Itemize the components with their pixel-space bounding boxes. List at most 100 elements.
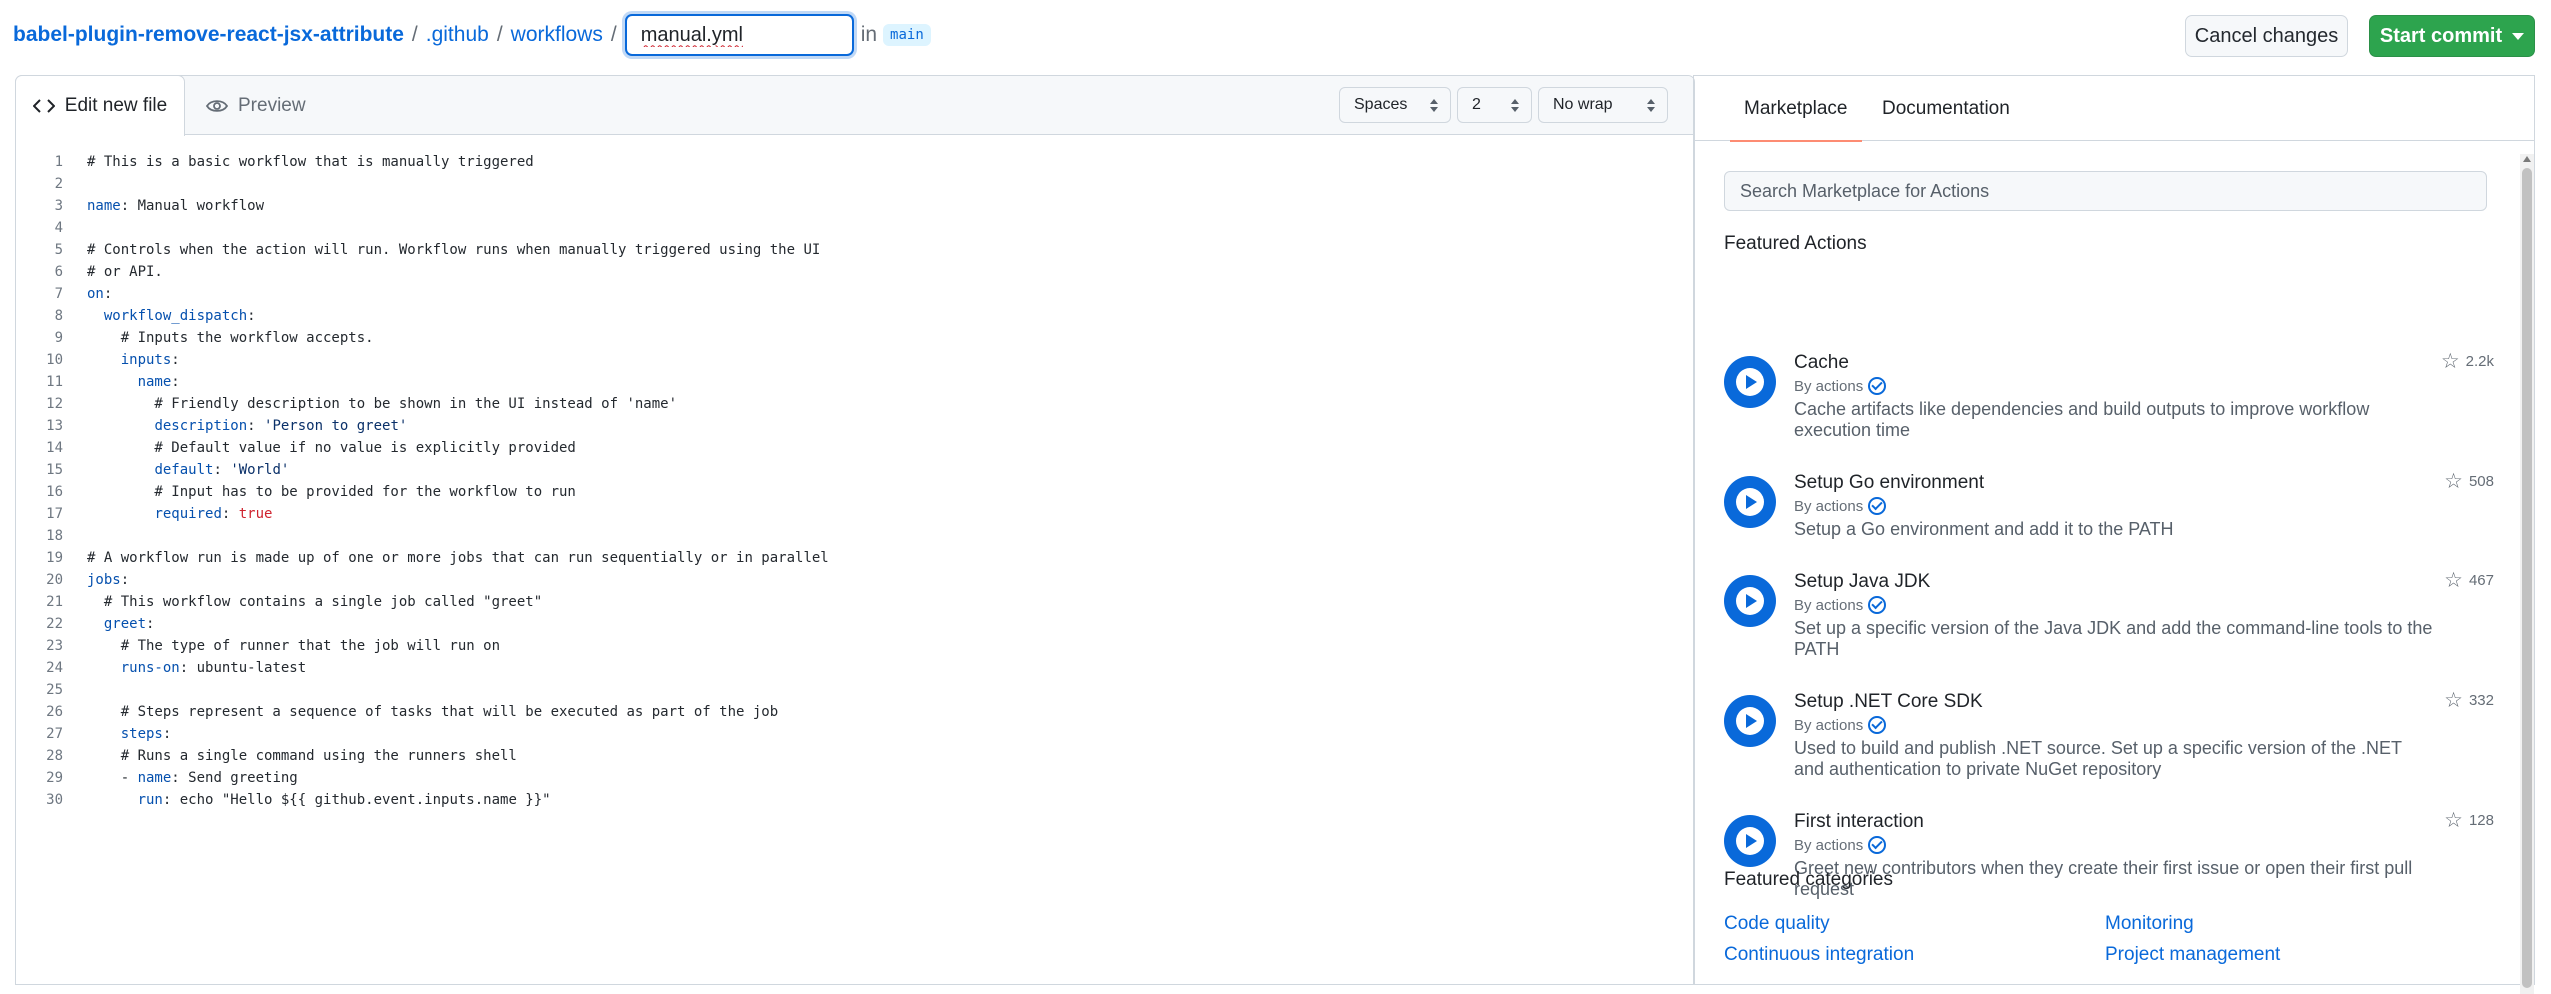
filename-input[interactable] [624,14,854,56]
verified-icon [1868,377,1887,395]
tab-edit-label: Edit new file [64,95,168,116]
action-star-count: 332 [2468,692,2494,709]
line-number: 15 [46,462,63,478]
action-author-label: By actions [1794,497,1864,515]
code-line: 2 [16,173,1694,195]
action-author: By actions [1794,596,1887,614]
tab-edit-new-file[interactable]: Edit new file [15,75,185,136]
action-stars: ☆ 467 [2444,570,2494,591]
line-content: required: true [154,506,273,522]
action-description: Set up a specific version of the Java JD… [1794,618,2433,659]
select-arrows-icon [1647,98,1655,112]
scrollbar-thumb[interactable] [2522,168,2532,988]
featured-categories-heading: Featured categories [1724,869,1893,890]
action-name[interactable]: Cache [1794,352,1849,374]
line-content: # A workflow run is made up of one or mo… [87,550,829,566]
action-name[interactable]: First interaction [1794,811,1924,833]
line-content: runs-on: ubuntu-latest [120,660,307,676]
line-content: on: [87,286,113,302]
verified-icon [1868,836,1887,854]
editor-toolbar: Edit new file Preview Spaces 2 No wrap [15,75,1694,136]
indent-size-value: 2 [1472,96,1481,113]
tab-preview[interactable]: Preview [206,76,306,135]
top-bar: babel-plugin-remove-react-jsx-attribute … [0,0,2551,72]
play-icon [1724,356,1776,408]
wrap-mode-select[interactable]: No wrap [1538,87,1668,123]
play-icon [1724,815,1776,867]
breadcrumb-repo-link[interactable]: babel-plugin-remove-react-jsx-attribute [13,23,404,47]
line-number: 29 [46,770,63,786]
line-content: # Friendly description to be shown in th… [87,396,678,412]
code-line: 12 # Friendly description to be shown in… [16,393,1694,415]
cancel-changes-button[interactable]: Cancel changes [2185,15,2348,57]
category-project-management-link[interactable]: Project management [2105,944,2280,966]
code-line: 29 - name: Send greeting [16,767,1694,789]
action-name[interactable]: Setup .NET Core SDK [1794,691,1983,713]
code-line: 24 runs-on: ubuntu-latest [16,657,1694,679]
line-content: jobs: [87,572,130,588]
code-line: 18 [16,525,1694,547]
line-content: - name: Send greeting [87,770,298,786]
marketplace-search-input[interactable] [1724,171,2487,211]
indent-mode-select[interactable]: Spaces [1339,87,1451,123]
category-code-quality-link[interactable]: Code quality [1724,913,1830,935]
indent-mode-value: Spaces [1354,96,1408,113]
code-line: 5 # Controls when the action will run. Wo… [16,239,1694,261]
line-content: name: [137,374,180,390]
line-content: # Input has to be provided for the workf… [87,484,576,500]
line-number: 7 [54,286,63,302]
action-author-label: By actions [1794,596,1864,614]
line-number: 27 [46,726,63,742]
code-line: 7 on: [16,283,1694,305]
line-number: 25 [46,682,63,698]
action-author-label: By actions [1794,836,1864,854]
action-star-count: 128 [2468,812,2494,829]
action-author-label: By actions [1794,716,1864,734]
featured-actions-heading: Featured Actions [1724,233,1867,254]
line-number: 6 [54,264,63,280]
breadcrumb-workflows-folder-link[interactable]: workflows [511,23,603,47]
start-commit-button[interactable]: Start commit [2369,15,2535,57]
scroll-up-icon[interactable] [2523,156,2531,162]
marketplace-panel: Marketplace Documentation Featured Actio… [1693,75,2535,994]
line-content [63,217,87,239]
tab-marketplace[interactable]: Marketplace [1730,76,1861,142]
category-continuous-integration-link[interactable]: Continuous integration [1724,944,1914,966]
select-arrows-icon [1430,98,1438,112]
code-line: 14 # Default value if no value is explic… [16,437,1694,459]
play-icon [1724,695,1776,747]
line-content: # This is a basic workflow that is manua… [87,154,534,170]
tab-preview-label: Preview [238,94,306,116]
marketplace-scrollbar[interactable] [2520,154,2534,994]
line-number: 14 [46,440,63,456]
code-line: 19 # A workflow run is made up of one or … [16,547,1694,569]
indent-size-select[interactable]: 2 [1457,87,1532,123]
line-number: 20 [46,572,63,588]
code-line: 22 greet: [16,613,1694,635]
breadcrumb-github-folder-link[interactable]: .github [426,23,489,47]
line-content [63,525,87,547]
breadcrumb-separator: / [411,23,418,46]
line-content: # Steps represent a sequence of tasks th… [87,704,779,720]
line-number: 28 [46,748,63,764]
line-content: # Runs a single command using the runner… [87,748,517,764]
code-editor[interactable]: 1 # This is a basic workflow that is manu… [16,151,1694,811]
in-label: in [860,23,878,46]
action-star-count: 467 [2468,572,2494,589]
action-star-count: 2.2k [2465,353,2494,370]
action-description: Setup a Go environment and add it to the… [1794,519,2174,539]
line-content: # Inputs the workflow accepts. [87,330,374,346]
tab-documentation[interactable]: Documentation [1882,76,2010,141]
code-line: 21 # This workflow contains a single job… [16,591,1694,613]
category-monitoring-link[interactable]: Monitoring [2105,913,2194,935]
code-line: 16 # Input has to be provided for the wo… [16,481,1694,503]
action-name[interactable]: Setup Java JDK [1794,571,1930,593]
action-stars: ☆ 128 [2444,810,2494,831]
action-name[interactable]: Setup Go environment [1794,472,1984,494]
breadcrumb-separator: / [496,23,503,46]
line-content: name: Manual workflow [87,198,265,214]
line-number: 2 [54,176,63,192]
play-icon [1724,575,1776,627]
code-line: 3 name: Manual workflow [16,195,1694,217]
action-author: By actions [1794,497,1887,515]
